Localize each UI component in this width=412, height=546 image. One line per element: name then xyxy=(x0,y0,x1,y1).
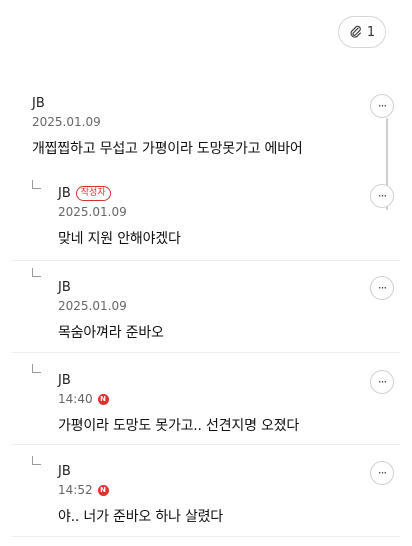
reply-item: JB 14:52 N 야.. 너가 준바오 하나 살렸다 ··· xyxy=(0,461,412,526)
comment-author: JB xyxy=(58,373,71,388)
more-options-button[interactable]: ··· xyxy=(370,461,394,485)
comment-date: 2025.01.09 xyxy=(58,299,127,313)
comment-text: 야.. 너가 준바오 하나 살렸다 xyxy=(58,509,223,525)
comment-author: JB xyxy=(32,96,45,111)
comment-item: JB 2025.01.09 개찝찝하고 무섭고 가평이라 도망못가고 에바어 ·… xyxy=(0,94,412,158)
comment-text: 가평이라 도망도 못가고.. 선견지명 오졌다 xyxy=(58,418,300,434)
comment-time: 14:52 xyxy=(58,483,93,497)
attachment-count: 1 xyxy=(366,24,376,40)
comment-author: JB xyxy=(58,464,71,479)
divider xyxy=(12,444,400,445)
author-badge: 작성자 xyxy=(75,186,111,201)
reply-item: JB 14:40 N 가평이라 도망도 못가고.. 선견지명 오졌다 ··· xyxy=(0,370,412,435)
reply-indicator-icon xyxy=(32,268,41,277)
new-badge-icon: N xyxy=(97,484,109,496)
divider xyxy=(12,352,400,353)
more-options-button[interactable]: ··· xyxy=(370,184,394,208)
divider xyxy=(12,260,400,261)
more-options-button[interactable]: ··· xyxy=(370,276,394,300)
more-options-button[interactable]: ··· xyxy=(370,370,394,394)
comment-time: 14:40 xyxy=(58,392,93,406)
paperclip-icon xyxy=(350,25,361,38)
divider xyxy=(12,536,400,537)
comment-date: 2025.01.09 xyxy=(58,205,127,219)
comment-text: 맞네 지원 안해야겠다 xyxy=(58,231,181,247)
comment-author: JB xyxy=(58,186,71,201)
top-bar: 1 xyxy=(338,16,386,48)
comment-date: 2025.01.09 xyxy=(32,115,101,129)
comment-text: 개찝찝하고 무섭고 가평이라 도망못가고 에바어 xyxy=(32,141,303,157)
comment-author: JB xyxy=(58,280,71,295)
reply-indicator-icon xyxy=(32,364,41,373)
comment-text: 목숨아껴라 준바오 xyxy=(58,325,164,341)
reply-item: JB 2025.01.09 목숨아껴라 준바오 ··· xyxy=(0,276,412,342)
new-badge-icon: N xyxy=(97,393,109,405)
attachment-button[interactable]: 1 xyxy=(338,16,386,48)
reply-item: JB 작성자 2025.01.09 맞네 지원 안해야겠다 ··· xyxy=(0,184,412,248)
more-options-button[interactable]: ··· xyxy=(370,94,394,118)
